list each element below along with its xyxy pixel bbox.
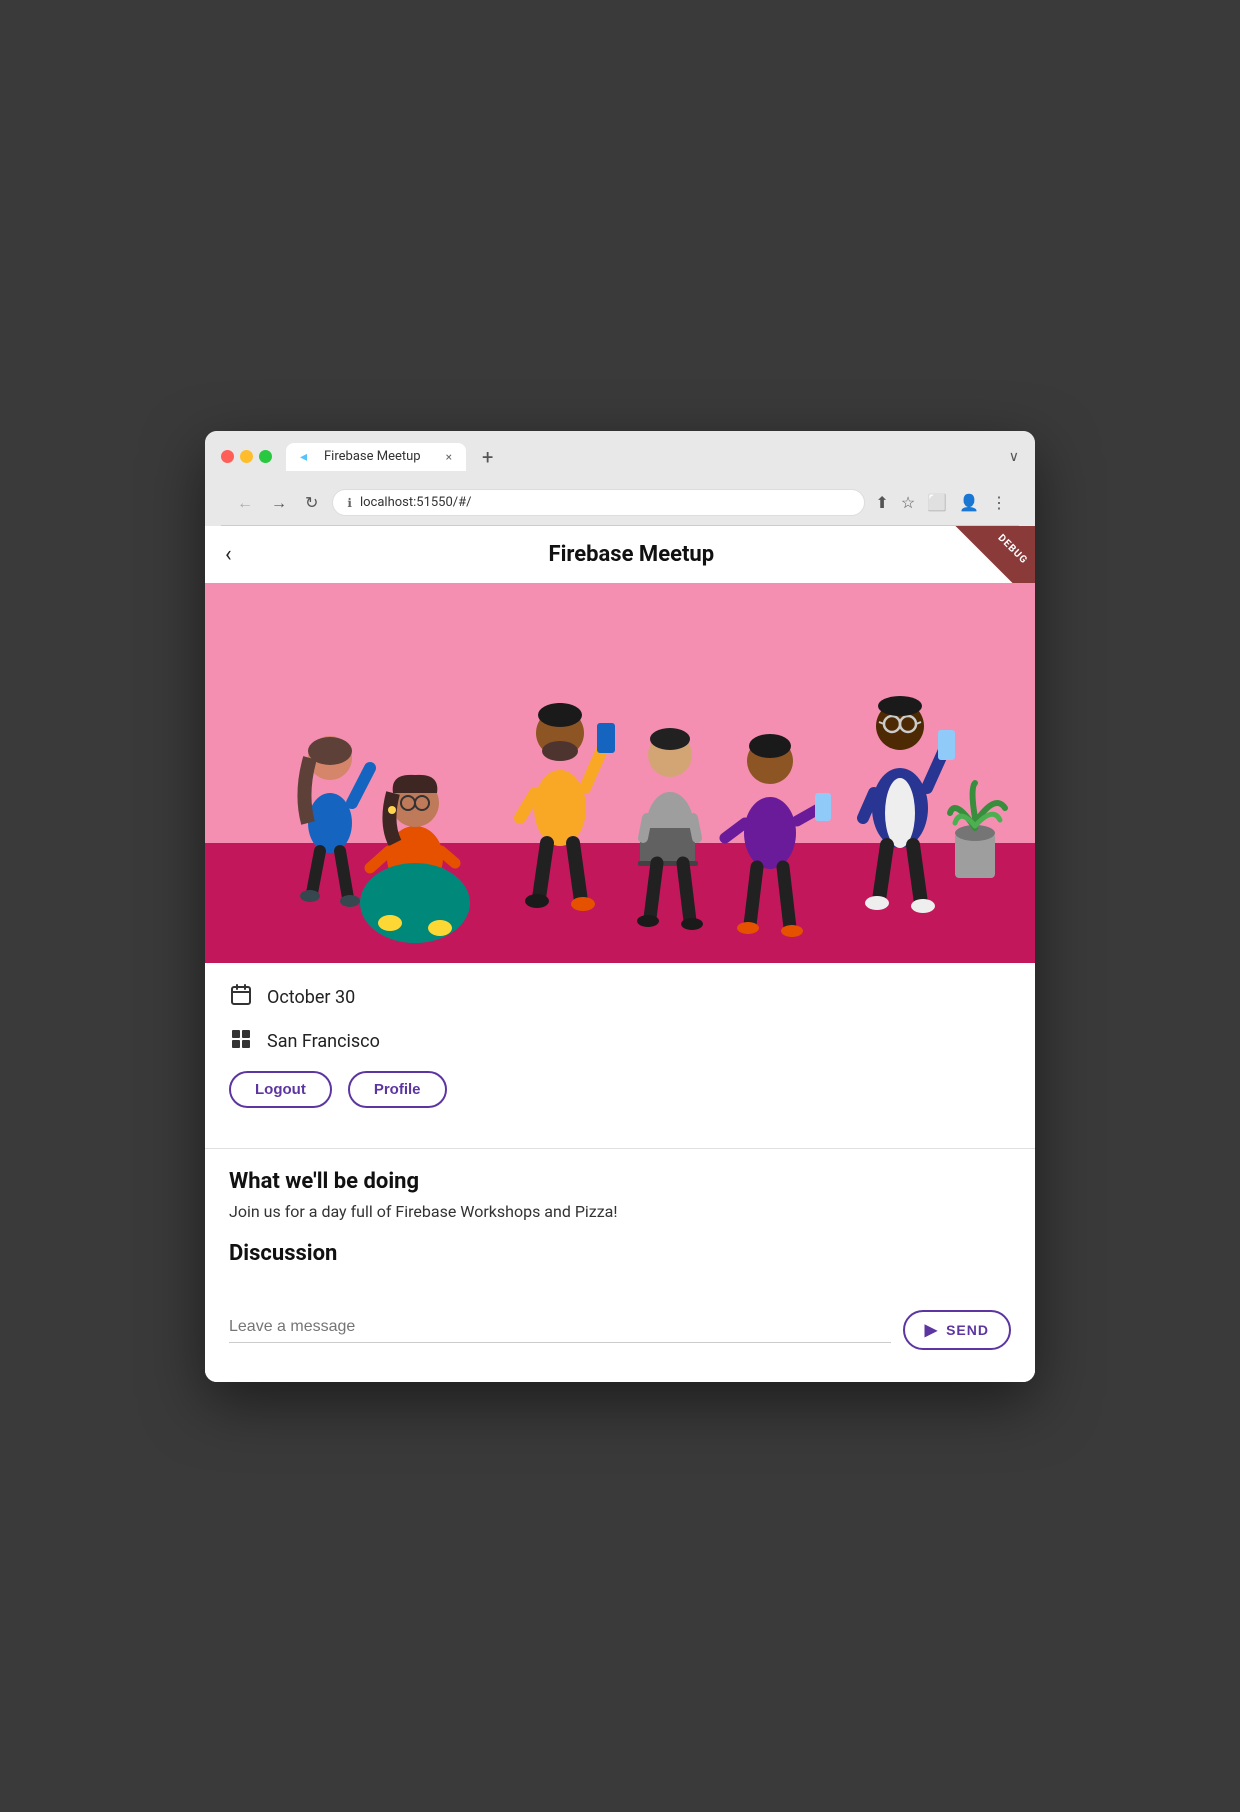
- what-body: Join us for a day full of Firebase Works…: [229, 1202, 1011, 1221]
- debug-label: DEBUG: [996, 532, 1030, 566]
- active-tab[interactable]: ◂ Firebase Meetup ×: [286, 443, 466, 471]
- address-text: localhost:51550/#/: [360, 495, 472, 510]
- send-button[interactable]: ▶ SEND: [903, 1310, 1011, 1350]
- send-label: SEND: [946, 1322, 989, 1338]
- traffic-light-maximize[interactable]: [259, 450, 272, 463]
- address-security-icon: ℹ: [347, 496, 352, 510]
- browser-titlebar: ◂ Firebase Meetup × + ∨: [221, 443, 1019, 471]
- date-row: October 30: [229, 983, 1011, 1013]
- browser-toolbar: ← → ↻ ℹ localhost:51550/#/ ⬆ ☆ ⬜ 👤 ⋮: [221, 481, 1019, 526]
- what-title: What we'll be doing: [229, 1169, 1011, 1194]
- location-row: San Francisco: [229, 1027, 1011, 1057]
- traffic-light-minimize[interactable]: [240, 450, 253, 463]
- more-icon[interactable]: ⋮: [991, 493, 1007, 512]
- discussion-title: Discussion: [229, 1241, 1011, 1266]
- message-row: ▶ SEND: [205, 1310, 1035, 1382]
- content-section: What we'll be doing Join us for a day fu…: [205, 1149, 1035, 1310]
- browser-window: ◂ Firebase Meetup × + ∨ ← → ↻ ℹ localhos…: [205, 431, 1035, 1382]
- back-btn[interactable]: ←: [233, 489, 257, 517]
- profile-button[interactable]: Profile: [348, 1071, 447, 1108]
- back-button[interactable]: ‹: [225, 542, 232, 567]
- info-section: October 30 San Francisco Logout Profile: [205, 963, 1035, 1132]
- tab-title: Firebase Meetup: [324, 449, 421, 464]
- profile-icon[interactable]: 👤: [959, 493, 979, 512]
- refresh-btn[interactable]: ↻: [301, 489, 322, 516]
- message-input[interactable]: [229, 1318, 891, 1336]
- bookmark-icon[interactable]: ☆: [901, 493, 915, 512]
- traffic-lights: [221, 450, 272, 463]
- send-icon: ▶: [925, 1320, 938, 1340]
- calendar-icon: [229, 983, 253, 1013]
- tab-close-btn[interactable]: ×: [446, 450, 452, 464]
- logout-button[interactable]: Logout: [229, 1071, 332, 1108]
- page-title: Firebase Meetup: [248, 542, 1015, 567]
- flutter-icon: ◂: [300, 449, 316, 465]
- hero-illustration: [205, 583, 1035, 963]
- message-input-wrapper: [229, 1316, 891, 1343]
- share-icon[interactable]: ⬆: [875, 493, 888, 512]
- new-tab-btn[interactable]: +: [474, 445, 501, 469]
- traffic-light-close[interactable]: [221, 450, 234, 463]
- forward-btn[interactable]: →: [267, 489, 291, 517]
- action-buttons: Logout Profile: [229, 1071, 1011, 1108]
- tab-chevron[interactable]: ∨: [1009, 449, 1019, 465]
- sidebar-icon[interactable]: ⬜: [927, 493, 947, 512]
- app-content: ‹ Firebase Meetup DEBUG: [205, 526, 1035, 1382]
- location-icon: [229, 1027, 253, 1057]
- date-text: October 30: [267, 987, 355, 1008]
- hero-image: [205, 583, 1035, 963]
- toolbar-actions: ⬆ ☆ ⬜ 👤 ⋮: [875, 493, 1007, 512]
- tab-area: ◂ Firebase Meetup × + ∨: [286, 443, 1019, 471]
- location-text: San Francisco: [267, 1031, 380, 1052]
- address-bar[interactable]: ℹ localhost:51550/#/: [332, 489, 865, 516]
- browser-chrome: ◂ Firebase Meetup × + ∨ ← → ↻ ℹ localhos…: [205, 431, 1035, 526]
- app-bar: ‹ Firebase Meetup DEBUG: [205, 526, 1035, 583]
